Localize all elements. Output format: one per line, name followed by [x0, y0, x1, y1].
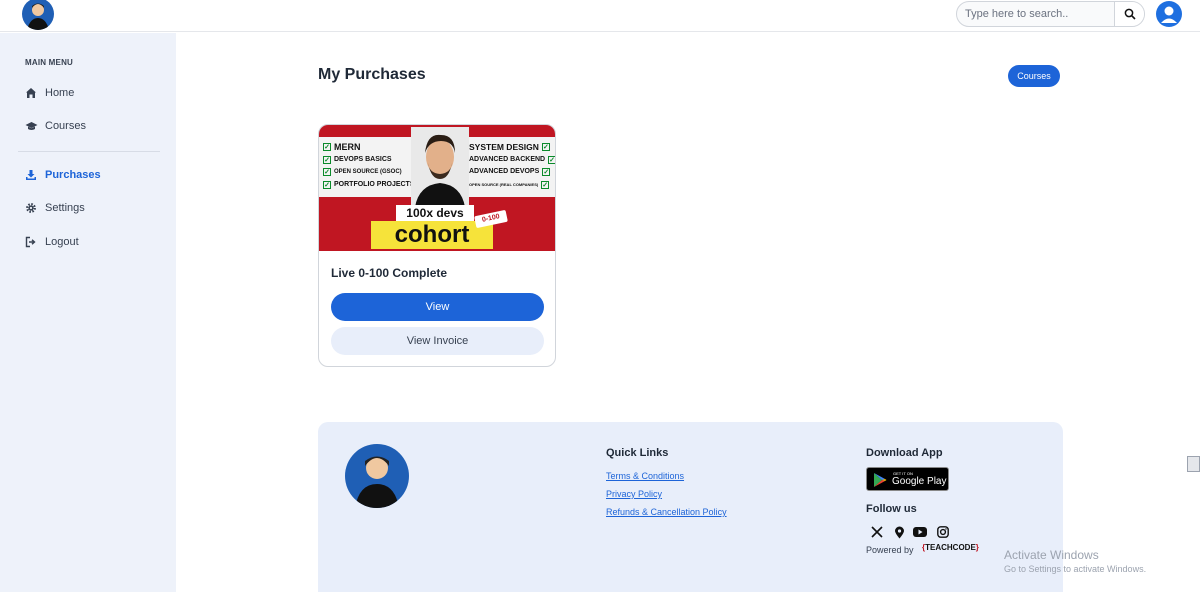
side-widget-icon[interactable] — [1187, 456, 1200, 472]
sidebar-item-courses[interactable]: Courses — [24, 116, 86, 136]
check-icon: ✓ — [323, 143, 331, 152]
search-button[interactable] — [1114, 2, 1144, 26]
footer: Quick Links Terms & Conditions Privacy P… — [318, 422, 1063, 592]
banner-list-item: DEVOPS BASICS — [334, 155, 392, 163]
sidebar-item-label: Logout — [45, 236, 79, 248]
download-app-title: Download App — [866, 447, 943, 459]
graduation-cap-icon — [24, 119, 38, 133]
course-title: Live 0-100 Complete — [331, 266, 448, 280]
view-button[interactable]: View — [331, 293, 544, 321]
quick-links-title: Quick Links — [606, 447, 669, 459]
banner-brand-line: 100x devs — [396, 205, 474, 221]
privacy-link[interactable]: Privacy Policy — [606, 489, 662, 499]
google-play-icon — [874, 473, 887, 487]
gplay-main-text: Google Play — [892, 476, 947, 487]
banner-right-list: SYSTEM DESIGN ✓ ADVANCED BACKEND ✓ ADVANCE… — [469, 141, 556, 191]
refunds-link[interactable]: Refunds & Cancellation Policy — [606, 507, 727, 517]
banner-list-item: PORTFOLIO PROJECTS — [334, 180, 415, 188]
sidebar-item-purchases[interactable]: Purchases — [24, 165, 101, 185]
check-icon: ✓ — [323, 168, 331, 177]
banner-list-item: ADVANCED DEVOPS — [469, 168, 540, 175]
view-invoice-button[interactable]: View Invoice — [331, 327, 544, 355]
gear-icon — [24, 201, 38, 215]
top-bar — [0, 0, 1200, 32]
person-silhouette-icon — [27, 3, 49, 30]
course-card: ✓ MERN ✓ DEVOPS BASICS ✓ OPEN SOURCE (GSOC)… — [318, 124, 556, 367]
home-icon — [24, 86, 38, 100]
footer-logo-avatar — [345, 444, 409, 508]
instructor-photo — [411, 127, 469, 207]
powered-by-text: Powered by — [866, 545, 914, 555]
sidebar-item-settings[interactable]: Settings — [24, 198, 85, 218]
windows-activation-subtitle: Go to Settings to activate Windows. — [1004, 564, 1147, 574]
teachcode-brand: TEACHCODE — [925, 543, 976, 552]
search-input[interactable] — [957, 2, 1115, 26]
sidebar-item-home[interactable]: Home — [24, 83, 74, 103]
user-avatar-icon — [1161, 6, 1177, 23]
sidebar-item-label: Courses — [45, 120, 86, 132]
user-menu-button[interactable] — [1156, 1, 1182, 27]
sidebar-item-label: Home — [45, 87, 75, 99]
check-icon: ✓ — [323, 180, 331, 189]
banner-list-item: OPEN SOURCE (GSOC) — [334, 169, 402, 175]
download-icon — [24, 168, 38, 182]
sidebar-divider — [18, 151, 160, 152]
check-icon: ✓ — [323, 155, 331, 164]
banner-list-item: MERN — [334, 142, 361, 152]
follow-us-title: Follow us — [866, 503, 917, 515]
instagram-icon[interactable] — [936, 525, 950, 539]
check-icon: ✓ — [541, 143, 550, 152]
x-icon[interactable] — [870, 525, 884, 539]
banner-list-item: SYSTEM DESIGN — [469, 142, 539, 152]
check-icon: ✓ — [548, 155, 556, 164]
check-icon: ✓ — [541, 180, 550, 189]
sidebar-item-label: Settings — [45, 202, 85, 214]
banner-left-list: ✓ MERN ✓ DEVOPS BASICS ✓ OPEN SOURCE (GSOC)… — [323, 141, 415, 191]
check-icon: ✓ — [542, 168, 551, 177]
sidebar-item-label: Purchases — [45, 169, 101, 181]
courses-button[interactable]: Courses — [1008, 65, 1060, 87]
page-title: My Purchases — [318, 66, 426, 83]
search-icon — [1124, 8, 1136, 20]
sidebar-item-logout[interactable]: Logout — [24, 232, 79, 252]
menu-title: MAIN MENU — [25, 58, 74, 67]
location-pin-icon[interactable] — [892, 525, 906, 539]
terms-link[interactable]: Terms & Conditions — [606, 471, 684, 481]
youtube-icon[interactable] — [913, 525, 927, 539]
search-box — [956, 1, 1145, 27]
windows-activation-title: Activate Windows — [1004, 548, 1099, 562]
logout-icon — [24, 235, 38, 249]
google-play-badge[interactable]: GET IT ON Google Play — [866, 467, 949, 491]
course-banner-image[interactable]: ✓ MERN ✓ DEVOPS BASICS ✓ OPEN SOURCE (GSOC)… — [319, 125, 556, 251]
banner-cohort-text: cohort — [371, 221, 493, 249]
teachcode-logo[interactable]: {TEACHCODE} — [922, 543, 979, 552]
sidebar: MAIN MENU Home Courses Purchases Setting… — [0, 33, 176, 592]
banner-list-item: ADVANCED BACKEND — [469, 155, 546, 163]
banner-list-item: OPEN SOURCE (REAL COMPANIES) — [469, 181, 539, 187]
logo-avatar[interactable] — [22, 0, 54, 30]
person-silhouette-icon — [355, 456, 399, 508]
